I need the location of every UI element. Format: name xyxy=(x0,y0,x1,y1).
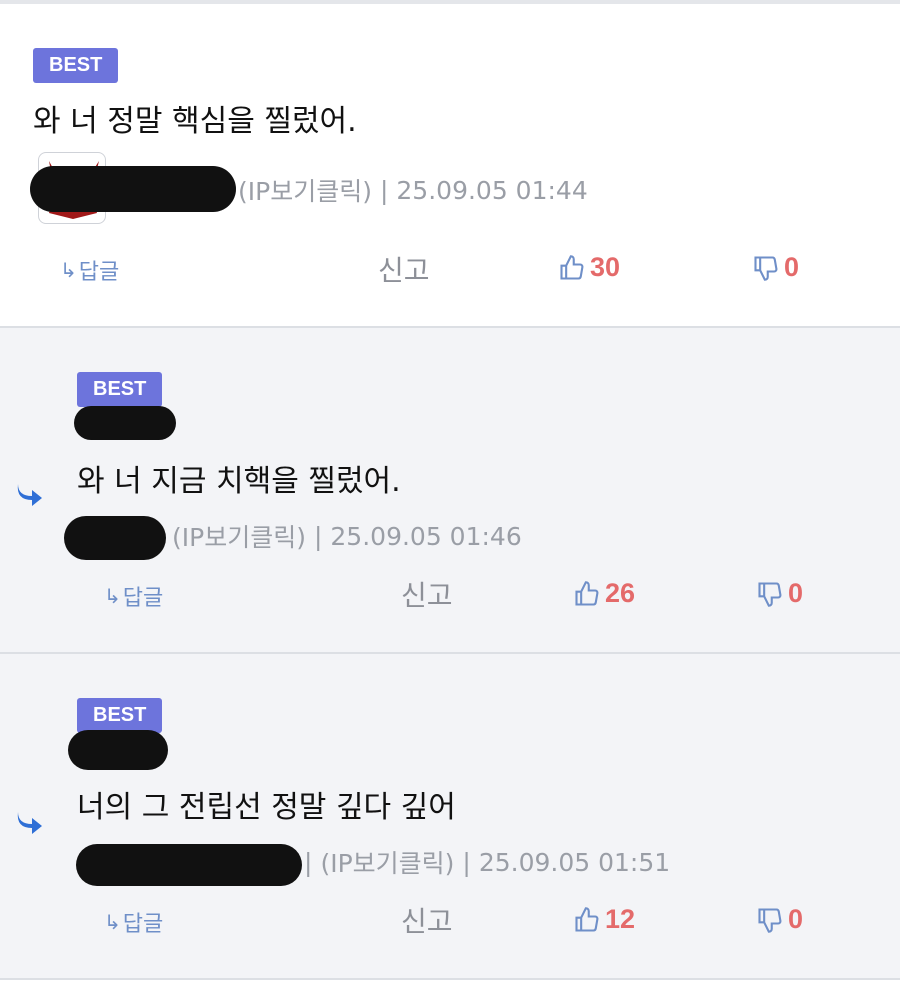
like-button[interactable]: 30 xyxy=(558,252,620,283)
reply-label: 답글 xyxy=(78,260,120,285)
report-button[interactable]: 신고 xyxy=(401,900,453,940)
report-button[interactable]: 신고 xyxy=(401,574,453,614)
comment-datetime: 25.09.05 01:51 xyxy=(478,847,671,877)
comment-text: 와 너 지금 치핵을 찔렀어. xyxy=(77,464,401,499)
thumbs-up-icon xyxy=(575,580,599,606)
like-count: 12 xyxy=(605,904,636,934)
comment-item: BEST 너의 그 전립선 정말 깊다 깊어 | (IP보기클릭) | 25.0… xyxy=(0,654,900,980)
best-badge: BEST xyxy=(33,48,119,83)
best-badge: BEST xyxy=(77,698,163,733)
reply-button[interactable]: ↳ 답글 xyxy=(104,580,163,612)
comment-item: BEST 와 너 정말 핵심을 찔렀어. (IP보기클릭) | 25.09.05… xyxy=(0,4,900,328)
thumbs-up-icon xyxy=(560,254,584,280)
like-button[interactable]: 26 xyxy=(573,578,635,609)
redacted-nickname xyxy=(76,844,302,886)
thumbs-down-icon xyxy=(758,581,782,607)
comment-datetime: 25.09.05 01:46 xyxy=(330,521,522,551)
dislike-button[interactable]: 0 xyxy=(756,578,803,609)
meta-separator: | xyxy=(379,175,389,205)
comment-datetime: 25.09.05 01:44 xyxy=(396,175,588,205)
redacted-nickname xyxy=(74,406,176,440)
comment-item: BEST 와 너 지금 치핵을 찔렀어. (IP보기클릭) | 25.09.05… xyxy=(0,328,900,654)
redacted-nickname xyxy=(30,166,236,212)
reply-button[interactable]: ↳ 답글 xyxy=(60,254,119,286)
meta-separator: | xyxy=(313,521,323,551)
report-button[interactable]: 신고 xyxy=(378,249,430,289)
ip-view-link[interactable]: (IP보기클릭) xyxy=(320,844,454,880)
reply-label: 답글 xyxy=(122,586,164,611)
dislike-count: 0 xyxy=(784,252,800,282)
ip-view-link[interactable]: (IP보기클릭) xyxy=(172,518,306,554)
meta-separator: | xyxy=(462,847,471,877)
like-count: 30 xyxy=(590,252,621,282)
reply-label: 답글 xyxy=(122,912,164,937)
comment-meta: (IP보기클릭) | 25.09.05 01:46 xyxy=(172,518,522,554)
reply-button[interactable]: ↳ 답글 xyxy=(104,906,163,938)
reply-arrow-icon: ↳ xyxy=(104,910,121,934)
redacted-nickname xyxy=(64,516,166,560)
redacted-nickname xyxy=(68,730,168,770)
reply-thread-arrow-icon xyxy=(17,812,42,834)
thumbs-up-icon xyxy=(575,906,599,932)
dislike-count: 0 xyxy=(788,904,804,934)
comment-text: 와 너 정말 핵심을 찔렀어. xyxy=(33,104,357,139)
comment-meta: | (IP보기클릭) | 25.09.05 01:51 xyxy=(304,844,670,880)
reply-thread-arrow-icon xyxy=(17,484,42,506)
thumbs-down-icon xyxy=(754,255,778,281)
comment-meta: (IP보기클릭) | 25.09.05 01:44 xyxy=(238,172,588,208)
dislike-button[interactable]: 0 xyxy=(752,252,799,283)
best-badge: BEST xyxy=(77,372,163,407)
like-count: 26 xyxy=(605,578,636,608)
reply-arrow-icon: ↳ xyxy=(104,584,121,608)
dislike-button[interactable]: 0 xyxy=(756,904,803,935)
ip-view-link[interactable]: (IP보기클릭) xyxy=(238,172,372,208)
thumbs-down-icon xyxy=(758,907,782,933)
reply-arrow-icon: ↳ xyxy=(60,258,77,282)
dislike-count: 0 xyxy=(788,578,804,608)
comment-text: 너의 그 전립선 정말 깊다 깊어 xyxy=(77,790,456,825)
meta-separator: | xyxy=(304,847,313,877)
like-button[interactable]: 12 xyxy=(573,904,635,935)
